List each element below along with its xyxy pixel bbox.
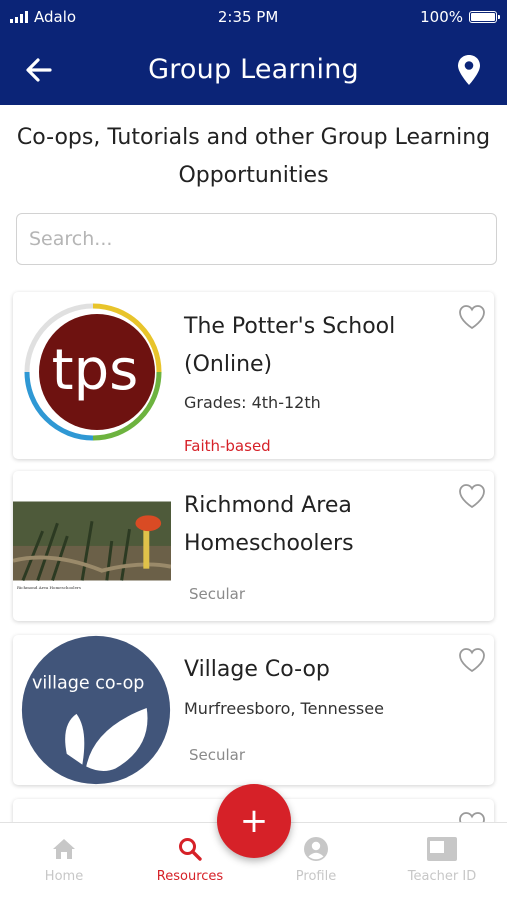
heart-icon[interactable] (458, 483, 486, 509)
status-time: 2:35 PM (217, 8, 279, 26)
card-title: The Potter's School (Online) (184, 314, 396, 377)
person-icon (304, 837, 328, 861)
card-tag: Secular (189, 585, 246, 603)
list-item[interactable]: Richmond Area Homeschoolers Richmond Are… (13, 471, 494, 621)
add-fab-button[interactable]: + (217, 784, 291, 858)
card-tag: Faith-based (184, 437, 271, 455)
battery-icon (469, 11, 500, 23)
card-grades: Grades: 4th-12th (184, 393, 321, 412)
location-pin-icon[interactable] (457, 54, 481, 86)
main-content: Co-ops, Tutorials and other Group Learni… (0, 105, 507, 822)
back-arrow-icon[interactable] (24, 56, 54, 84)
nav-item-home[interactable]: Home (1, 835, 127, 884)
tps-logo-image: tps (24, 303, 162, 441)
card-title: Richmond Area Homeschoolers (184, 493, 354, 556)
home-icon (53, 839, 75, 859)
heart-icon[interactable] (458, 304, 486, 330)
nav-label-home: Home (44, 869, 84, 884)
card-tag: Secular (189, 746, 246, 764)
status-right: 100% (420, 8, 500, 26)
tps-logo-text: tps (52, 338, 139, 403)
plus-icon: + (239, 801, 269, 841)
app-header: Group Learning (0, 34, 507, 105)
subtitle-text: Co-ops, Tutorials and other Group Learni… (16, 125, 491, 188)
page-title: Group Learning (148, 54, 359, 85)
heart-icon[interactable] (458, 647, 486, 673)
id-card-icon (427, 837, 457, 861)
nav-label-profile: Profile (295, 869, 337, 884)
village-coop-logo-image: village co-op (21, 635, 171, 785)
village-logo-text: village co-op (32, 674, 145, 694)
signal-icon (10, 11, 28, 23)
page-subtitle: Co-ops, Tutorials and other Group Learni… (0, 119, 507, 195)
nav-label-teacher-id: Teacher ID (407, 869, 477, 884)
battery-percent: 100% (420, 8, 463, 26)
thumb-caption: Richmond Area Homeschoolers (17, 585, 81, 590)
nav-label-resources: Resources (156, 869, 224, 884)
status-bar: Adalo 2:35 PM 100% (0, 0, 507, 34)
mushroom-photo-image (13, 501, 171, 581)
search-input[interactable] (16, 213, 497, 265)
heart-icon[interactable] (458, 811, 486, 822)
card-title: Village Co-op (184, 657, 330, 682)
list-item[interactable]: tps The Potter's School (Online) Grades:… (13, 292, 494, 459)
list-item[interactable]: village co-op Village Co-op Murfreesboro… (13, 635, 494, 785)
carrier-label: Adalo (34, 8, 77, 26)
status-left: Adalo (10, 8, 76, 26)
search-icon (179, 838, 202, 861)
nav-item-teacher-id[interactable]: Teacher ID (379, 835, 505, 884)
card-location: Murfreesboro, Tennessee (184, 699, 384, 718)
